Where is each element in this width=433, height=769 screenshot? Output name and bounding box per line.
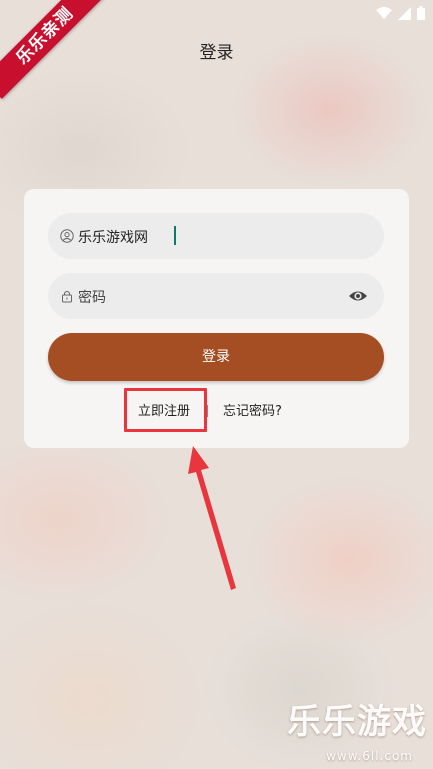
- password-field[interactable]: 密码: [48, 273, 384, 319]
- auth-links: 立即注册 忘记密码?: [24, 398, 409, 422]
- wifi-icon: [376, 6, 392, 19]
- status-icons: [376, 6, 425, 20]
- watermark-url: www.6ll.com: [326, 749, 413, 763]
- login-card: 乐乐游戏网 密码 登录 立即注册 忘记密码?: [24, 189, 409, 448]
- annotation-highlight-box: [124, 388, 207, 432]
- password-input[interactable]: 密码: [78, 287, 106, 307]
- eye-icon[interactable]: [348, 288, 368, 304]
- text-cursor: [174, 226, 176, 245]
- login-button[interactable]: 登录: [48, 333, 384, 381]
- forgot-password-link[interactable]: 忘记密码?: [223, 400, 282, 419]
- lock-icon: [62, 290, 72, 303]
- link-divider: [207, 405, 208, 417]
- battery-icon: [417, 6, 425, 20]
- page-title: 登录: [199, 43, 234, 63]
- signal-icon: [398, 6, 411, 20]
- username-input[interactable]: 乐乐游戏网: [78, 227, 148, 247]
- user-icon: [60, 229, 74, 243]
- watermark-logo: 乐乐游戏: [287, 702, 427, 742]
- username-field[interactable]: 乐乐游戏网: [48, 213, 384, 259]
